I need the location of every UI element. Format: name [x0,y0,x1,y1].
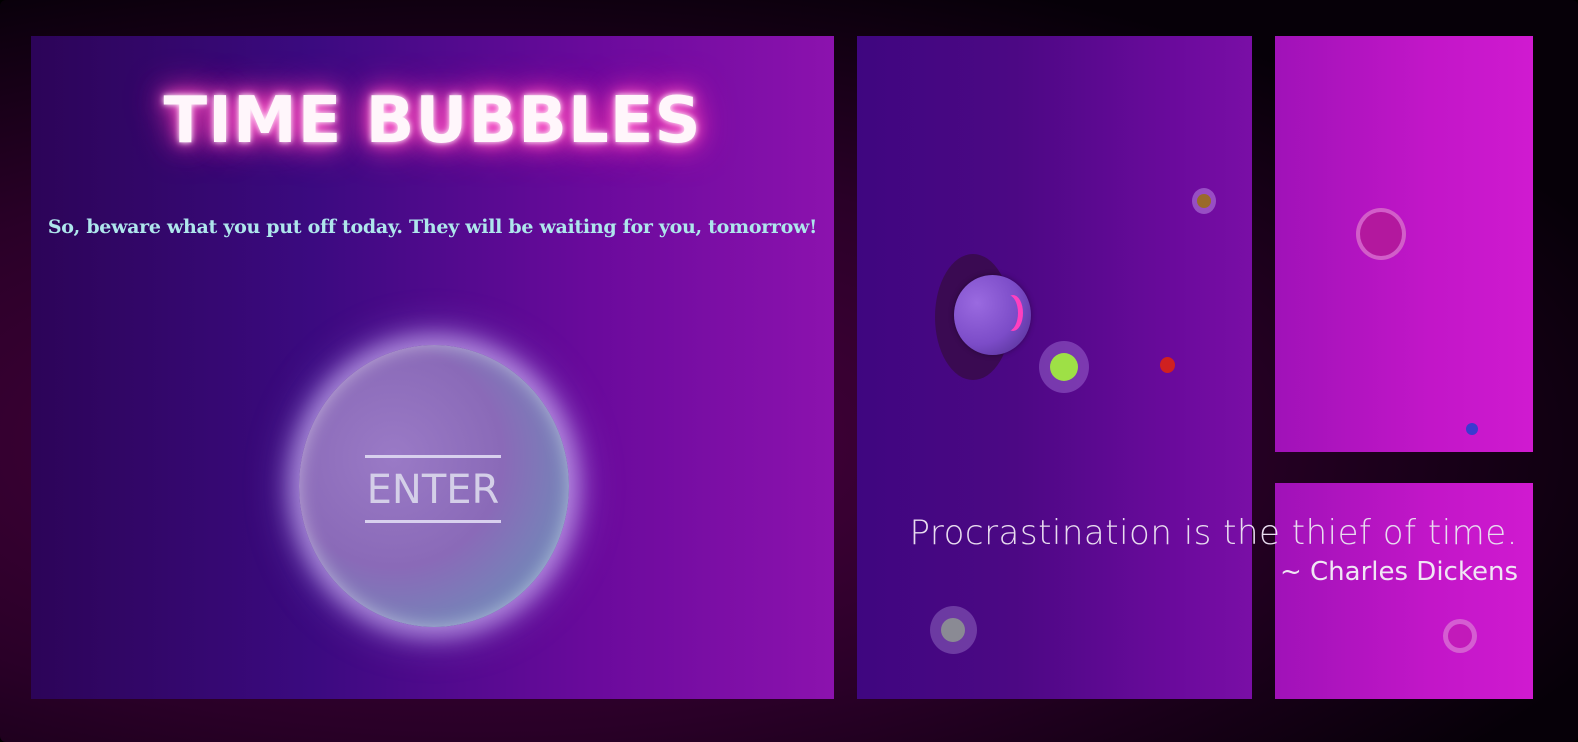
green-bubble[interactable] [1039,341,1089,393]
enter-label: ENTER [365,455,501,523]
tagline: So, beware what you put off today. They … [47,216,818,238]
intro-panel: TIME BUBBLES So, beware what you put off… [31,36,834,699]
quote-author: ~ Charles Dickens [1279,557,1518,587]
brown-bubble[interactable] [1192,188,1216,214]
red-bubble[interactable] [1160,357,1175,373]
planet-bubble[interactable] [954,275,1031,355]
page-title: TIME BUBBLES [163,84,702,158]
bubble-panel-middle [857,36,1252,699]
app-frame: TIME BUBBLES So, beware what you put off… [0,0,1578,742]
bubble-panel-right-top [1275,36,1533,452]
quote-text: Procrastination is the thief of time. [909,513,1518,553]
enter-button[interactable]: ENTER [299,345,569,627]
magenta-ring-bubble[interactable] [1356,208,1406,260]
grey-bubble[interactable] [930,606,977,654]
blue-bubble[interactable] [1466,423,1478,435]
crescent-icon [998,295,1018,331]
small-ring-bubble[interactable] [1443,619,1477,653]
